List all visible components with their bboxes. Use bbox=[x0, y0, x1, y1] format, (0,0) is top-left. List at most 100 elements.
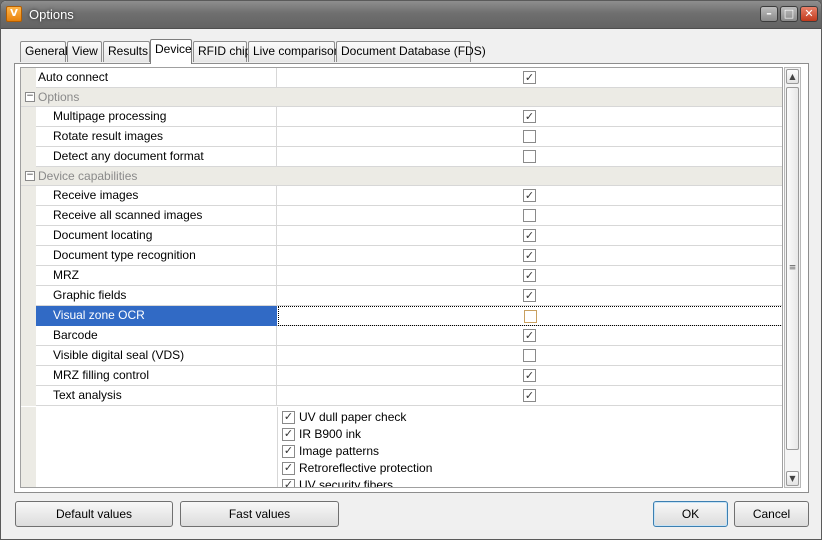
property-row-multipage-processing[interactable]: Multipage processing ✓ bbox=[21, 107, 782, 127]
cancel-button[interactable]: Cancel bbox=[734, 501, 809, 527]
fast-values-button[interactable]: Fast values bbox=[180, 501, 339, 527]
checkbox-icon[interactable]: ✓ bbox=[523, 389, 536, 402]
row-margin bbox=[21, 407, 36, 487]
property-row-mrz[interactable]: MRZ ✓ bbox=[21, 266, 782, 286]
checkbox-icon[interactable]: ✓ bbox=[282, 445, 295, 458]
checkbox-icon[interactable]: ✓ bbox=[282, 462, 295, 475]
option-label: UV security fibers bbox=[299, 478, 394, 488]
option-label: Retroreflective protection bbox=[299, 461, 433, 475]
row-margin bbox=[21, 386, 36, 406]
property-label: MRZ bbox=[36, 266, 277, 286]
property-row-receive-all-scanned-images[interactable]: Receive all scanned images bbox=[21, 206, 782, 226]
property-value[interactable] bbox=[278, 306, 782, 326]
collapse-icon[interactable]: − bbox=[25, 92, 35, 102]
checkbox-icon[interactable]: ✓ bbox=[523, 269, 536, 282]
row-margin bbox=[21, 127, 36, 147]
maximize-button[interactable]: □ bbox=[780, 6, 798, 22]
row-margin bbox=[21, 68, 36, 88]
close-button[interactable]: ✕ bbox=[800, 6, 818, 22]
property-value[interactable]: ✓ bbox=[278, 286, 782, 306]
property-label: Multipage processing bbox=[36, 107, 277, 127]
property-value[interactable]: ✓ bbox=[278, 326, 782, 346]
title-bar[interactable]: V Options – □ ✕ bbox=[1, 1, 821, 29]
checkbox-icon[interactable]: ✓ bbox=[282, 411, 295, 424]
tab-view[interactable]: View bbox=[67, 41, 102, 62]
default-values-button[interactable]: Default values bbox=[15, 501, 173, 527]
property-row-receive-images[interactable]: Receive images ✓ bbox=[21, 186, 782, 206]
row-margin bbox=[21, 186, 36, 206]
ok-button[interactable]: OK bbox=[653, 501, 728, 527]
property-value[interactable] bbox=[278, 127, 782, 147]
device-tab-panel: Auto connect ✓ − Options Multipage proce… bbox=[14, 63, 809, 493]
checkbox-icon[interactable]: ✓ bbox=[523, 369, 536, 382]
property-value[interactable] bbox=[278, 346, 782, 366]
property-row-text-analysis[interactable]: Text analysis ✓ bbox=[21, 386, 782, 406]
arrow-down-icon[interactable]: ▼ bbox=[786, 471, 799, 486]
property-grid: Auto connect ✓ − Options Multipage proce… bbox=[20, 67, 783, 488]
property-value[interactable]: ✓ bbox=[278, 107, 782, 127]
tab-live-comparison[interactable]: Live comparison bbox=[248, 41, 340, 62]
row-margin bbox=[21, 147, 36, 167]
row-margin bbox=[21, 346, 36, 366]
property-value[interactable]: ✓ bbox=[278, 266, 782, 286]
scroll-thumb[interactable]: ≡ bbox=[786, 87, 799, 450]
property-value[interactable] bbox=[278, 147, 782, 167]
options-dialog: V Options – □ ✕ General View Results Dev… bbox=[0, 0, 822, 540]
property-label: Text analysis bbox=[36, 386, 277, 406]
property-label: Barcode bbox=[36, 326, 277, 346]
property-value[interactable]: ✓ bbox=[278, 186, 782, 206]
property-row-document-type-recognition[interactable]: Document type recognition ✓ bbox=[21, 246, 782, 266]
property-label: Receive images bbox=[36, 186, 277, 206]
property-row-visual-zone-ocr[interactable]: Visual zone OCR bbox=[21, 306, 782, 326]
checkbox-icon[interactable]: ✓ bbox=[523, 229, 536, 242]
checkbox-icon[interactable]: ✓ bbox=[523, 110, 536, 123]
checkbox-icon[interactable] bbox=[524, 310, 537, 323]
property-label: Auto connect bbox=[36, 68, 277, 88]
property-row-detect-any-document-format[interactable]: Detect any document format bbox=[21, 147, 782, 167]
property-row-visible-digital-seal[interactable]: Visible digital seal (VDS) bbox=[21, 346, 782, 366]
row-margin bbox=[21, 107, 36, 127]
checkbox-icon[interactable] bbox=[523, 349, 536, 362]
arrow-up-icon[interactable]: ▲ bbox=[786, 69, 799, 84]
checkbox-icon[interactable]: ✓ bbox=[282, 428, 295, 441]
checkbox-icon[interactable]: ✓ bbox=[523, 289, 536, 302]
checkbox-icon[interactable]: ✓ bbox=[523, 329, 536, 342]
category-device-capabilities[interactable]: − Device capabilities bbox=[21, 167, 782, 186]
checkbox-icon[interactable]: ✓ bbox=[282, 479, 295, 487]
checkbox-icon[interactable] bbox=[523, 209, 536, 222]
tab-rfid-chip[interactable]: RFID chip bbox=[193, 41, 251, 62]
property-value[interactable]: ✓ bbox=[278, 366, 782, 386]
property-row-mrz-filling-control[interactable]: MRZ filling control ✓ bbox=[21, 366, 782, 386]
checkbox-icon[interactable]: ✓ bbox=[523, 249, 536, 262]
app-logo-icon: V bbox=[6, 6, 22, 22]
checkbox-icon[interactable]: ✓ bbox=[523, 189, 536, 202]
property-value[interactable]: ✓ bbox=[278, 386, 782, 406]
category-options[interactable]: − Options bbox=[21, 88, 782, 107]
minimize-button[interactable]: – bbox=[760, 6, 778, 22]
property-row-rotate-result-images[interactable]: Rotate result images bbox=[21, 127, 782, 147]
row-margin bbox=[21, 326, 36, 346]
checkbox-icon[interactable] bbox=[523, 150, 536, 163]
property-row-document-locating[interactable]: Document locating ✓ bbox=[21, 226, 782, 246]
property-label: Document locating bbox=[36, 226, 277, 246]
category-label: Device capabilities bbox=[38, 169, 138, 183]
property-row-graphic-fields[interactable]: Graphic fields ✓ bbox=[21, 286, 782, 306]
tab-document-database[interactable]: Document Database (FDS) bbox=[336, 41, 486, 62]
tab-device[interactable]: Device bbox=[150, 39, 192, 64]
row-margin bbox=[21, 246, 36, 266]
checkbox-icon[interactable] bbox=[523, 130, 536, 143]
tab-results[interactable]: Results bbox=[103, 41, 150, 62]
row-margin bbox=[21, 226, 36, 246]
property-value[interactable]: ✓ bbox=[278, 246, 782, 266]
property-label: Rotate result images bbox=[36, 127, 277, 147]
collapse-icon[interactable]: − bbox=[25, 171, 35, 181]
property-value[interactable] bbox=[278, 206, 782, 226]
tab-general[interactable]: General bbox=[20, 41, 68, 62]
property-value[interactable]: ✓ bbox=[278, 226, 782, 246]
vertical-scrollbar[interactable]: ▲ ≡ ▼ bbox=[784, 67, 801, 488]
checkbox-icon[interactable]: ✓ bbox=[523, 71, 536, 84]
property-value[interactable]: ✓ bbox=[278, 68, 782, 88]
option-label: UV dull paper check bbox=[299, 410, 407, 424]
property-row-barcode[interactable]: Barcode ✓ bbox=[21, 326, 782, 346]
property-row-auto-connect[interactable]: Auto connect ✓ bbox=[21, 68, 782, 88]
